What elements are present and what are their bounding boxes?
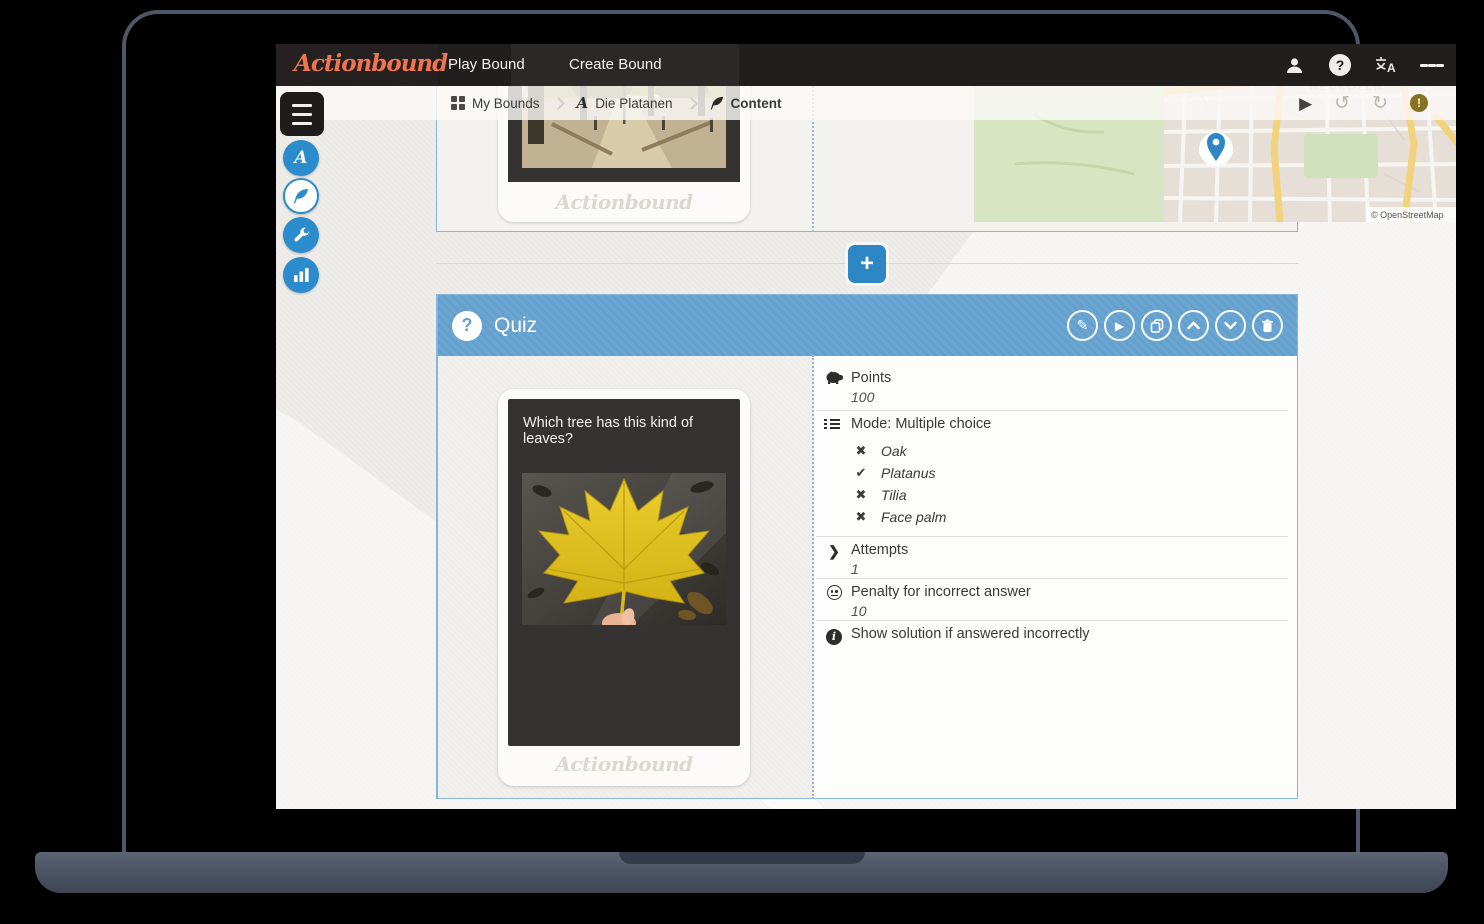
edit-button[interactable]: ✎ — [1067, 310, 1098, 341]
laptop-screen-frame: NEUKÖLLN © OpenStreetMap — [122, 10, 1360, 852]
quiz-header: ? Quiz ✎ ▶ — [438, 295, 1297, 356]
actionbound-a-icon: A — [294, 148, 307, 168]
quiz-title: Quiz — [494, 314, 537, 338]
laptop-mockup: NEUKÖLLN © OpenStreetMap — [0, 0, 1484, 924]
bar-chart-icon — [294, 268, 309, 282]
actionbound-logo[interactable]: Actionbound — [294, 50, 447, 77]
phone-screen: Which tree has this kind of leaves? — [508, 399, 740, 746]
add-element-button[interactable]: + — [848, 245, 886, 283]
move-up-button[interactable] — [1178, 310, 1209, 341]
info-icon: i — [824, 627, 844, 645]
quiz-actions: ✎ ▶ — [1067, 310, 1283, 341]
user-icon[interactable] — [1282, 53, 1306, 77]
quiz-option: ✔ Platanus — [854, 465, 935, 481]
divider — [816, 536, 1288, 537]
quiz-option: ✖ Oak — [854, 443, 907, 459]
navbar-icons: ? A — [1282, 44, 1444, 86]
move-down-button[interactable] — [1215, 310, 1246, 341]
penalty-row: Penalty for incorrect answer 10 — [824, 584, 1288, 619]
chevron-right-icon — [685, 97, 698, 110]
map-attribution: © OpenStreetMap — [1371, 210, 1444, 220]
wrong-icon: ✖ — [854, 443, 868, 459]
mode-label: Mode: Multiple choice — [851, 416, 1288, 432]
nav-play-bound[interactable]: Play Bound — [448, 44, 525, 86]
chevron-right-icon — [552, 97, 565, 110]
wrong-icon: ✖ — [854, 487, 868, 503]
nav-create-bound[interactable]: Create Bound — [569, 44, 662, 86]
breadcrumb-my-bounds[interactable]: My Bounds — [451, 96, 540, 111]
wrong-icon: ✖ — [854, 509, 868, 525]
undo-button[interactable]: ↺ — [1334, 94, 1350, 113]
map-marker[interactable] — [1199, 132, 1233, 166]
laptop-base — [35, 852, 1448, 893]
divider — [816, 620, 1288, 621]
language-icon[interactable]: A — [1374, 53, 1398, 77]
quiz-option: ✖ Tilia — [854, 487, 907, 503]
grid-icon — [451, 96, 465, 110]
rail-bound-button[interactable]: A — [283, 140, 319, 176]
rail-settings-button[interactable] — [283, 217, 319, 253]
rail-content-button[interactable] — [283, 178, 319, 214]
attempts-row: ❯ Attempts 1 — [824, 542, 1288, 577]
help-icon[interactable]: ? — [1328, 53, 1352, 77]
top-navbar: Play Bound Create Bound ? — [276, 44, 1456, 86]
quill-icon — [710, 96, 724, 110]
sidebar-menu-button[interactable] — [280, 92, 324, 136]
quiz-type-icon: ? — [452, 311, 482, 341]
play-button[interactable]: ▶ — [1104, 310, 1135, 341]
points-value: 100 — [851, 389, 1288, 405]
preview-play-button[interactable]: ▶ — [1299, 95, 1312, 112]
breadcrumb-bound-name[interactable]: A Die Platanen — [577, 94, 673, 112]
correct-icon: ✔ — [854, 465, 868, 481]
points-label: Points — [851, 370, 1288, 386]
preview-divider — [812, 355, 814, 799]
quiz-option: ✖ Face palm — [854, 509, 946, 525]
actionbound-watermark: Actionbound — [498, 190, 750, 214]
svg-text:A: A — [1387, 61, 1396, 74]
phone-preview-quiz: Which tree has this kind of leaves? — [498, 389, 750, 786]
attempts-value: 1 — [851, 561, 1288, 577]
actionbound-a-icon: A — [577, 94, 589, 112]
app-screen: NEUKÖLLN © OpenStreetMap — [276, 44, 1456, 809]
divider — [816, 410, 1288, 411]
points-icon — [824, 371, 844, 389]
breadcrumb-content[interactable]: Content — [710, 96, 782, 111]
penalty-value: 10 — [851, 603, 1288, 619]
mode-row: Mode: Multiple choice — [824, 416, 1288, 432]
solution-label: Show solution if answered incorrectly — [851, 626, 1288, 642]
attempts-label: Attempts — [851, 542, 1288, 558]
duplicate-button[interactable] — [1141, 310, 1172, 341]
rail-results-button[interactable] — [283, 257, 319, 293]
breadcrumb: My Bounds A Die Platanen Content — [276, 86, 1456, 120]
leaf-photo — [522, 473, 726, 625]
laptop-notch — [619, 852, 865, 864]
redo-button[interactable]: ↻ — [1372, 94, 1388, 113]
penalty-label: Penalty for incorrect answer — [851, 584, 1288, 600]
solution-row: i Show solution if answered incorrectly — [824, 626, 1288, 642]
mode-icon — [824, 417, 840, 431]
attempts-icon: ❯ — [824, 543, 844, 560]
divider — [816, 578, 1288, 579]
quiz-question-text: Which tree has this kind of leaves? — [523, 415, 728, 447]
actionbound-watermark: Actionbound — [498, 752, 750, 776]
warning-button[interactable]: ! — [1410, 94, 1428, 112]
wrench-icon — [293, 227, 310, 244]
penalty-icon — [824, 585, 844, 605]
menu-icon[interactable] — [1420, 53, 1444, 77]
quill-icon — [293, 188, 309, 204]
points-row: Points 100 — [824, 370, 1288, 405]
stage-toolbar: ▶ ↺ ↻ ! — [1299, 86, 1428, 120]
delete-button[interactable] — [1252, 310, 1283, 341]
